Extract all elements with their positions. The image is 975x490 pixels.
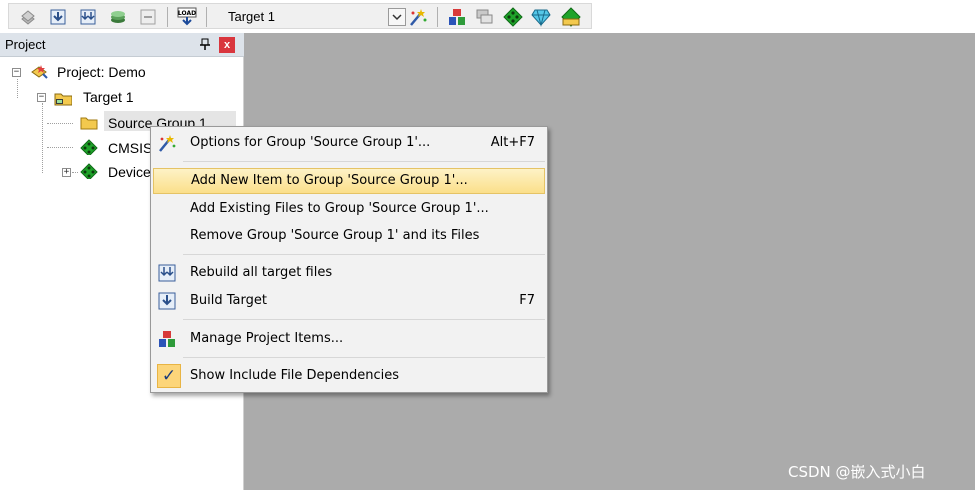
menu-item-add-new-item[interactable]: Add New Item to Group 'Source Group 1'..… [153, 168, 545, 194]
select-packs-icon [503, 7, 523, 27]
collapse-icon[interactable]: − [12, 68, 21, 77]
menu-item-label: Add New Item to Group 'Source Group 1'..… [191, 173, 468, 188]
expand-icon[interactable]: + [62, 168, 71, 177]
toolbar-separator [437, 7, 438, 27]
menu-item-rebuild-all[interactable]: Rebuild all target files [153, 260, 545, 286]
rte-component-icon [80, 139, 98, 155]
context-menu: Options for Group 'Source Group 1'... Al… [150, 126, 548, 393]
tree-label-project: Project: Demo [57, 64, 146, 80]
svg-text:LOAD: LOAD [178, 10, 196, 17]
select-packs-button[interactable] [502, 6, 524, 28]
event-recorder-button[interactable] [560, 6, 582, 28]
toolbar-separator [167, 7, 168, 27]
menu-item-shortcut: Alt+F7 [490, 135, 535, 150]
toolbar-separator [206, 7, 207, 27]
download-button[interactable]: LOAD [176, 6, 198, 28]
rebuild-icon [158, 264, 176, 282]
pin-button[interactable] [198, 37, 212, 52]
menu-item-label: Manage Project Items... [190, 331, 344, 346]
project-items-button[interactable] [474, 6, 496, 28]
watermark: CSDN @嵌入式小白 [788, 463, 926, 481]
menu-item-remove-group[interactable]: Remove Group 'Source Group 1' and its Fi… [153, 223, 545, 249]
menu-item-label: Add Existing Files to Group 'Source Grou… [190, 201, 489, 216]
target-folder-icon [54, 93, 72, 106]
menu-item-manage-project-items[interactable]: Manage Project Items... [153, 326, 545, 352]
manage-project-icon [449, 9, 465, 25]
menu-item-label: Rebuild all target files [190, 265, 333, 280]
menu-item-shortcut: F7 [519, 293, 535, 308]
tree-item-target[interactable]: − Target 1 [0, 87, 240, 109]
manage-rte-icon [531, 9, 551, 27]
panel-title: Project [5, 37, 46, 52]
rte-component-icon [80, 163, 98, 179]
menu-separator [183, 319, 545, 320]
target-select[interactable]: Target 1 [219, 5, 409, 29]
tree-item-project[interactable]: − Project: Demo [0, 62, 240, 84]
target-options-icon [410, 9, 427, 26]
download-load-icon: LOAD [177, 7, 197, 26]
event-recorder-icon [561, 7, 581, 27]
panel-close-button[interactable]: x [219, 37, 235, 53]
folder-icon [80, 117, 98, 130]
tree-label-cmsis: CMSIS [108, 140, 153, 156]
menu-item-show-include-dependencies[interactable]: ✓ Show Include File Dependencies [153, 363, 545, 389]
batch-build-icon [111, 11, 125, 23]
build-icon [158, 292, 176, 310]
manage-rte-button[interactable] [530, 6, 552, 28]
checkmark-icon: ✓ [157, 364, 181, 388]
project-icon [31, 65, 48, 79]
magic-wand-icon [159, 135, 176, 152]
rebuild-icon [80, 9, 96, 25]
menu-separator [183, 254, 545, 255]
menu-item-label: Options for Group 'Source Group 1'... [190, 135, 431, 150]
menu-item-label: Build Target [190, 293, 267, 308]
menu-item-label: Show Include File Dependencies [190, 368, 400, 383]
stop-build-icon [140, 9, 156, 25]
manage-project-button[interactable] [446, 6, 468, 28]
menu-item-options-for-group[interactable]: Options for Group 'Source Group 1'... Al… [153, 130, 545, 156]
collapse-icon[interactable]: − [37, 93, 46, 102]
menu-item-add-existing-files[interactable]: Add Existing Files to Group 'Source Grou… [153, 196, 545, 222]
build-toolbar: LOAD Target 1 [8, 3, 592, 29]
stacked-windows-icon [476, 9, 493, 24]
rebuild-button[interactable] [77, 6, 99, 28]
manage-project-icon [159, 331, 175, 347]
translate-icon [21, 10, 35, 25]
pin-icon [200, 38, 210, 50]
target-select-arrow[interactable] [388, 8, 406, 26]
build-button[interactable] [47, 6, 69, 28]
menu-separator [183, 357, 545, 358]
build-icon [50, 9, 66, 25]
translate-button[interactable] [17, 6, 39, 28]
menu-separator [183, 161, 545, 162]
menu-item-label: Remove Group 'Source Group 1' and its Fi… [190, 228, 480, 243]
batch-build-button[interactable] [107, 6, 129, 28]
target-select-value: Target 1 [228, 9, 275, 24]
target-options-button[interactable] [407, 6, 429, 28]
chevron-down-icon [392, 14, 402, 21]
menu-item-build-target[interactable]: Build Target F7 [153, 288, 545, 314]
tree-label-target: Target 1 [83, 89, 134, 105]
tree-label-device: Device [108, 164, 151, 180]
panel-header: Project x [0, 33, 244, 57]
stop-build-button[interactable] [137, 6, 159, 28]
toolbar: LOAD Target 1 [0, 0, 975, 33]
